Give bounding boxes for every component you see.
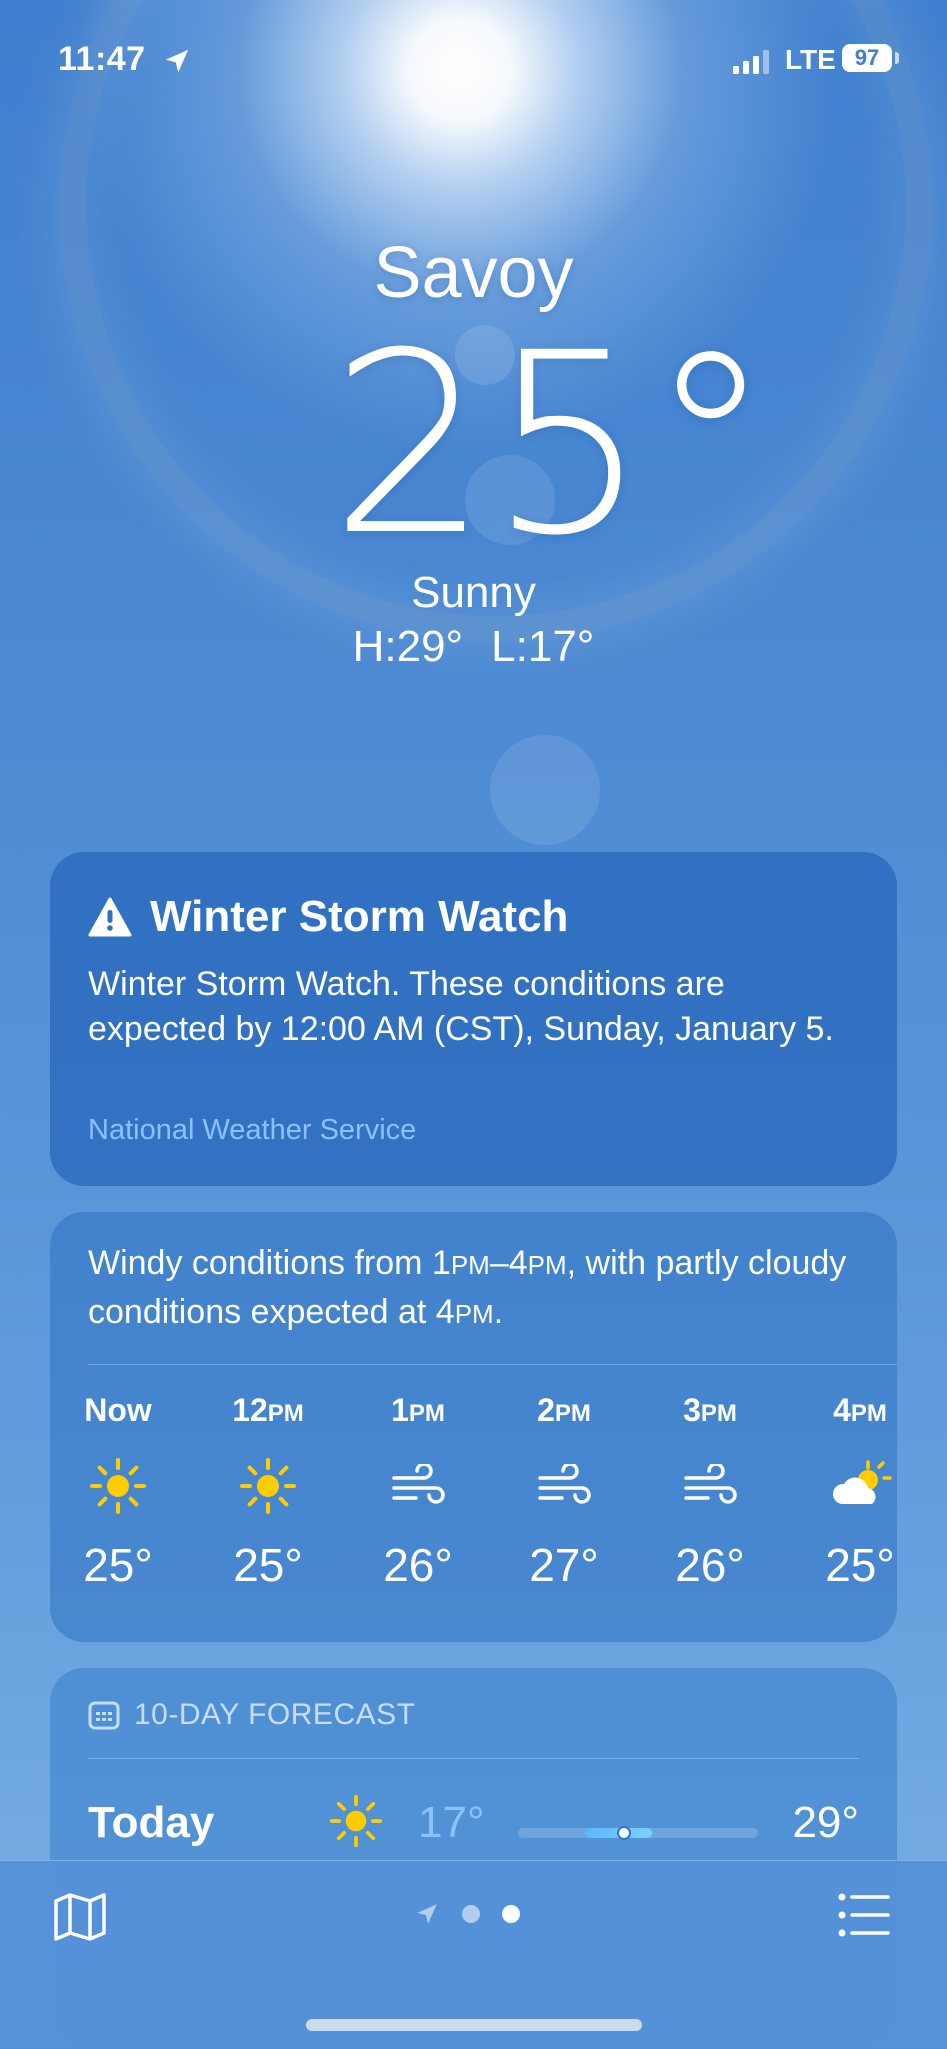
page-indicator[interactable] <box>414 1901 520 1927</box>
hour-column[interactable]: 3PM 26° <box>650 1392 770 1592</box>
sun-icon <box>90 1458 146 1514</box>
home-indicator[interactable] <box>306 2019 642 2031</box>
hour-label: 4PM <box>833 1392 887 1428</box>
status-bar: 11:47 LTE 97 <box>0 40 947 90</box>
location-arrow-icon <box>417 1904 437 1924</box>
calendar-icon <box>88 1701 120 1730</box>
location-services-icon <box>165 49 189 73</box>
forecast-header: 10-DAY FORECAST <box>88 1698 415 1732</box>
map-icon[interactable] <box>52 1891 108 1943</box>
alert-source-link[interactable]: National Weather Service <box>88 1114 416 1147</box>
hour-temp: 25° <box>83 1539 153 1591</box>
alert-title-row: Winter Storm Watch <box>88 892 568 942</box>
high-temp: H:29° <box>352 622 464 671</box>
warning-triangle-icon <box>88 897 132 937</box>
hour-column[interactable]: 4PM 25° <box>800 1392 897 1592</box>
battery-nub <box>895 52 899 64</box>
wind-icon <box>392 1464 445 1504</box>
low-temp: L:17° <box>491 622 595 671</box>
hour-label: 3PM <box>683 1392 737 1428</box>
cellular-signal-icon <box>733 50 769 74</box>
status-time: 11:47 <box>58 40 146 78</box>
forecast-divider <box>88 1758 859 1759</box>
alert-description: Winter Storm Watch. These conditions are… <box>88 965 834 1048</box>
hourly-summary: Windy conditions from 1PM–4PM, with part… <box>88 1244 847 1331</box>
wind-icon <box>684 1464 737 1504</box>
weather-alert-card[interactable]: Winter Storm Watch Winter Storm Watch. T… <box>50 852 897 1186</box>
hourly-forecast-card[interactable]: Windy conditions from 1PM–4PM, with part… <box>50 1212 897 1642</box>
hour-label: 12PM <box>232 1392 304 1428</box>
hour-column[interactable]: Now 25° <box>58 1392 178 1592</box>
forecast-day-label: Today <box>88 1798 215 1847</box>
current-temperature: 25° <box>330 299 774 590</box>
page-dot-active[interactable] <box>502 1905 520 1923</box>
hour-temp: 26° <box>383 1539 453 1591</box>
sun-icon <box>329 1794 383 1848</box>
alert-title: Winter Storm Watch <box>150 892 569 941</box>
wind-icon <box>538 1464 591 1504</box>
forecast-high-temp: 29° <box>792 1798 859 1847</box>
current-condition: Sunny <box>411 568 536 617</box>
current-temp-dot <box>616 1826 631 1840</box>
hour-label: 2PM <box>537 1392 591 1428</box>
partly-cloudy-icon <box>832 1460 892 1504</box>
hour-temp: 26° <box>675 1539 745 1591</box>
hour-label: Now <box>84 1392 152 1428</box>
temperature-range-bar <box>518 1826 758 1840</box>
hour-temp: 25° <box>825 1539 895 1591</box>
hour-label: 1PM <box>391 1392 445 1428</box>
hour-column[interactable]: 1PM 26° <box>358 1392 478 1592</box>
hour-temp: 27° <box>529 1539 599 1591</box>
page-dot[interactable] <box>462 1905 480 1923</box>
forecast-header-label: 10-DAY FORECAST <box>134 1698 416 1731</box>
battery-indicator: 97 <box>842 44 892 72</box>
high-low: H:29° L:17° <box>0 622 947 672</box>
hourly-divider <box>88 1364 897 1365</box>
hour-column[interactable]: 12PM 25° <box>208 1392 328 1592</box>
network-type: LTE <box>785 44 836 75</box>
hour-temp: 25° <box>233 1539 303 1591</box>
hour-column[interactable]: 2PM 27° <box>504 1392 624 1592</box>
sun-icon <box>240 1458 296 1514</box>
list-icon[interactable] <box>836 1891 892 1939</box>
forecast-low-temp: 17° <box>418 1798 485 1847</box>
bottom-toolbar <box>0 1860 947 2049</box>
